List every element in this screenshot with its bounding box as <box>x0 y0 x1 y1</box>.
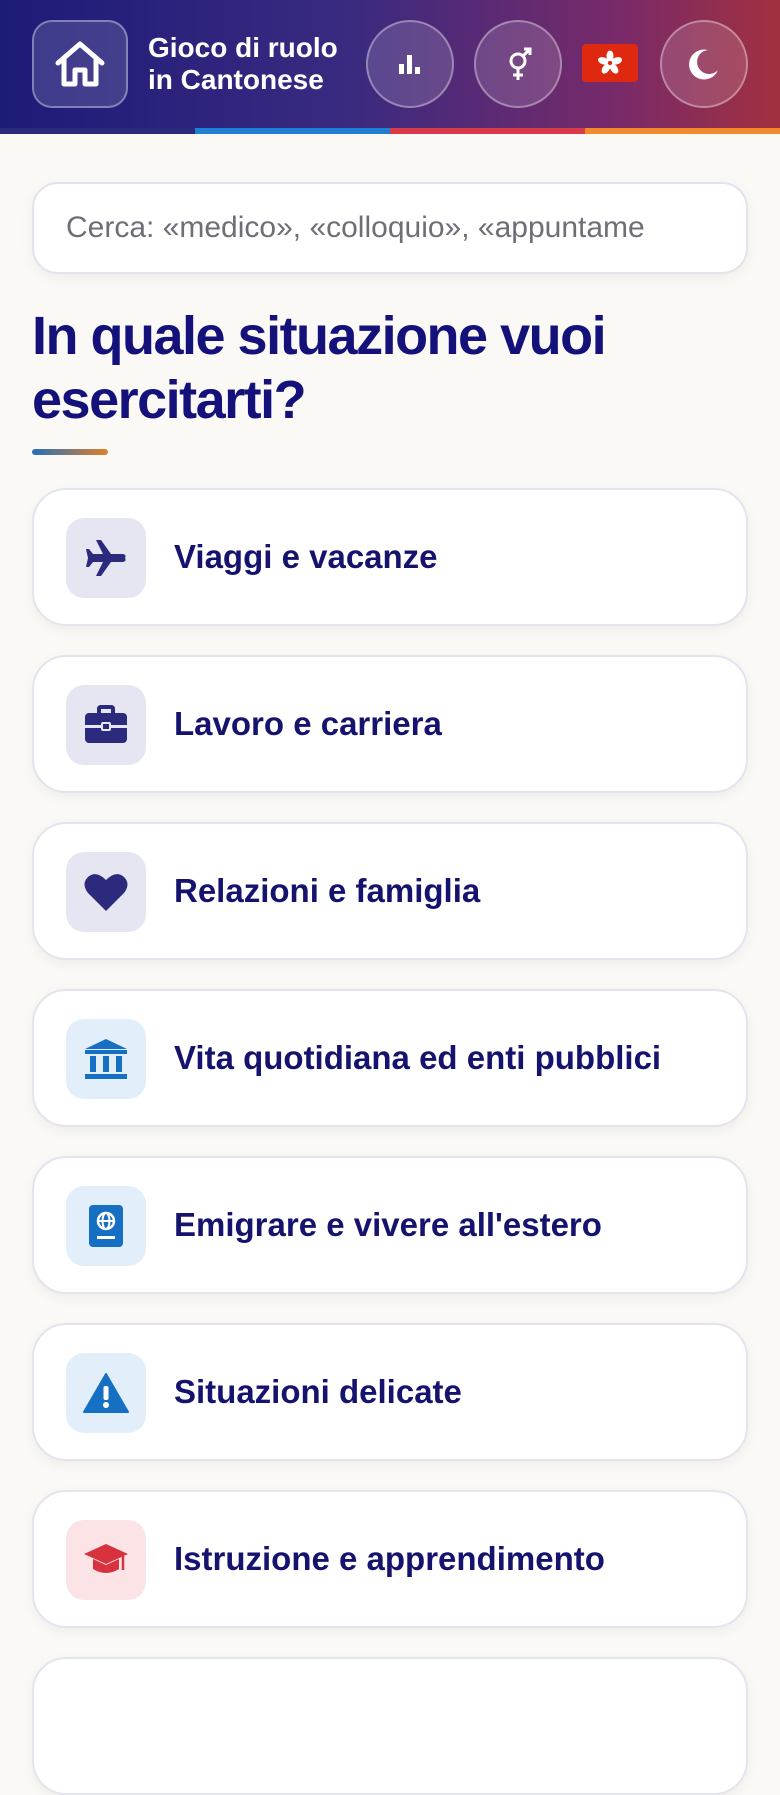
stripe-segment <box>390 128 585 134</box>
category-icon-box <box>66 685 146 765</box>
category-label: Relazioni e famiglia <box>174 872 481 909</box>
stats-button[interactable] <box>366 20 454 108</box>
category-icon-box <box>66 1353 146 1433</box>
stripe-segment <box>195 128 390 134</box>
category-card-sensitive-situations[interactable]: Situazioni delicate <box>32 1323 748 1461</box>
title-underline <box>32 449 108 455</box>
home-icon <box>55 41 105 87</box>
gender-button[interactable] <box>474 20 562 108</box>
category-icon-box <box>66 852 146 932</box>
category-card-daily-life[interactable]: Vita quotidiana ed enti pubblici <box>32 989 748 1127</box>
category-label: Viaggi e vacanze <box>174 538 438 575</box>
app-title-line2: in Cantonese <box>148 64 324 95</box>
category-icon-box <box>66 518 146 598</box>
category-card-partial[interactable] <box>32 1657 748 1795</box>
category-card-work[interactable]: Lavoro e carriera <box>32 655 748 793</box>
category-label: Lavoro e carriera <box>174 705 442 742</box>
category-card-relationships[interactable]: Relazioni e famiglia <box>32 822 748 960</box>
category-icon-box <box>66 1520 146 1600</box>
category-icon-box <box>66 1019 146 1099</box>
airplane-icon <box>86 540 126 576</box>
header-color-stripe <box>0 128 780 134</box>
briefcase-icon <box>85 705 127 743</box>
category-label: Situazioni delicate <box>174 1373 462 1410</box>
passport-icon <box>89 1205 123 1247</box>
heart-icon <box>84 874 128 911</box>
warning-icon <box>83 1373 129 1413</box>
category-card-emigration[interactable]: Emigrare e vivere all'estero <box>32 1156 748 1294</box>
home-button[interactable] <box>32 20 128 108</box>
dark-mode-toggle[interactable] <box>660 20 748 108</box>
app-title: Gioco di ruolo in Cantonese <box>148 32 348 96</box>
search-input[interactable] <box>32 182 748 274</box>
moon-icon <box>689 49 718 80</box>
stripe-segment <box>585 128 780 134</box>
flag-hk-icon <box>598 50 622 74</box>
category-label: Istruzione e apprendimento <box>174 1540 605 1577</box>
category-card-education[interactable]: Istruzione e apprendimento <box>32 1490 748 1628</box>
bank-icon <box>85 1039 127 1079</box>
stripe-segment <box>0 128 195 134</box>
app-title-line1: Gioco di ruolo <box>148 32 338 63</box>
stats-icon <box>399 55 420 74</box>
category-card-travel[interactable]: Viaggi e vacanze <box>32 488 748 626</box>
language-flag-button[interactable] <box>582 44 638 82</box>
category-icon-box <box>66 1186 146 1266</box>
page-title: In quale situazione vuoi esercitarti? <box>32 306 607 430</box>
app-header: Gioco di ruolo in Cantonese <box>0 0 780 128</box>
category-label: Emigrare e vivere all'estero <box>174 1206 602 1243</box>
category-label: Vita quotidiana ed enti pubblici <box>174 1039 662 1076</box>
graduation-cap-icon <box>84 1544 128 1573</box>
gender-icon <box>509 47 532 80</box>
